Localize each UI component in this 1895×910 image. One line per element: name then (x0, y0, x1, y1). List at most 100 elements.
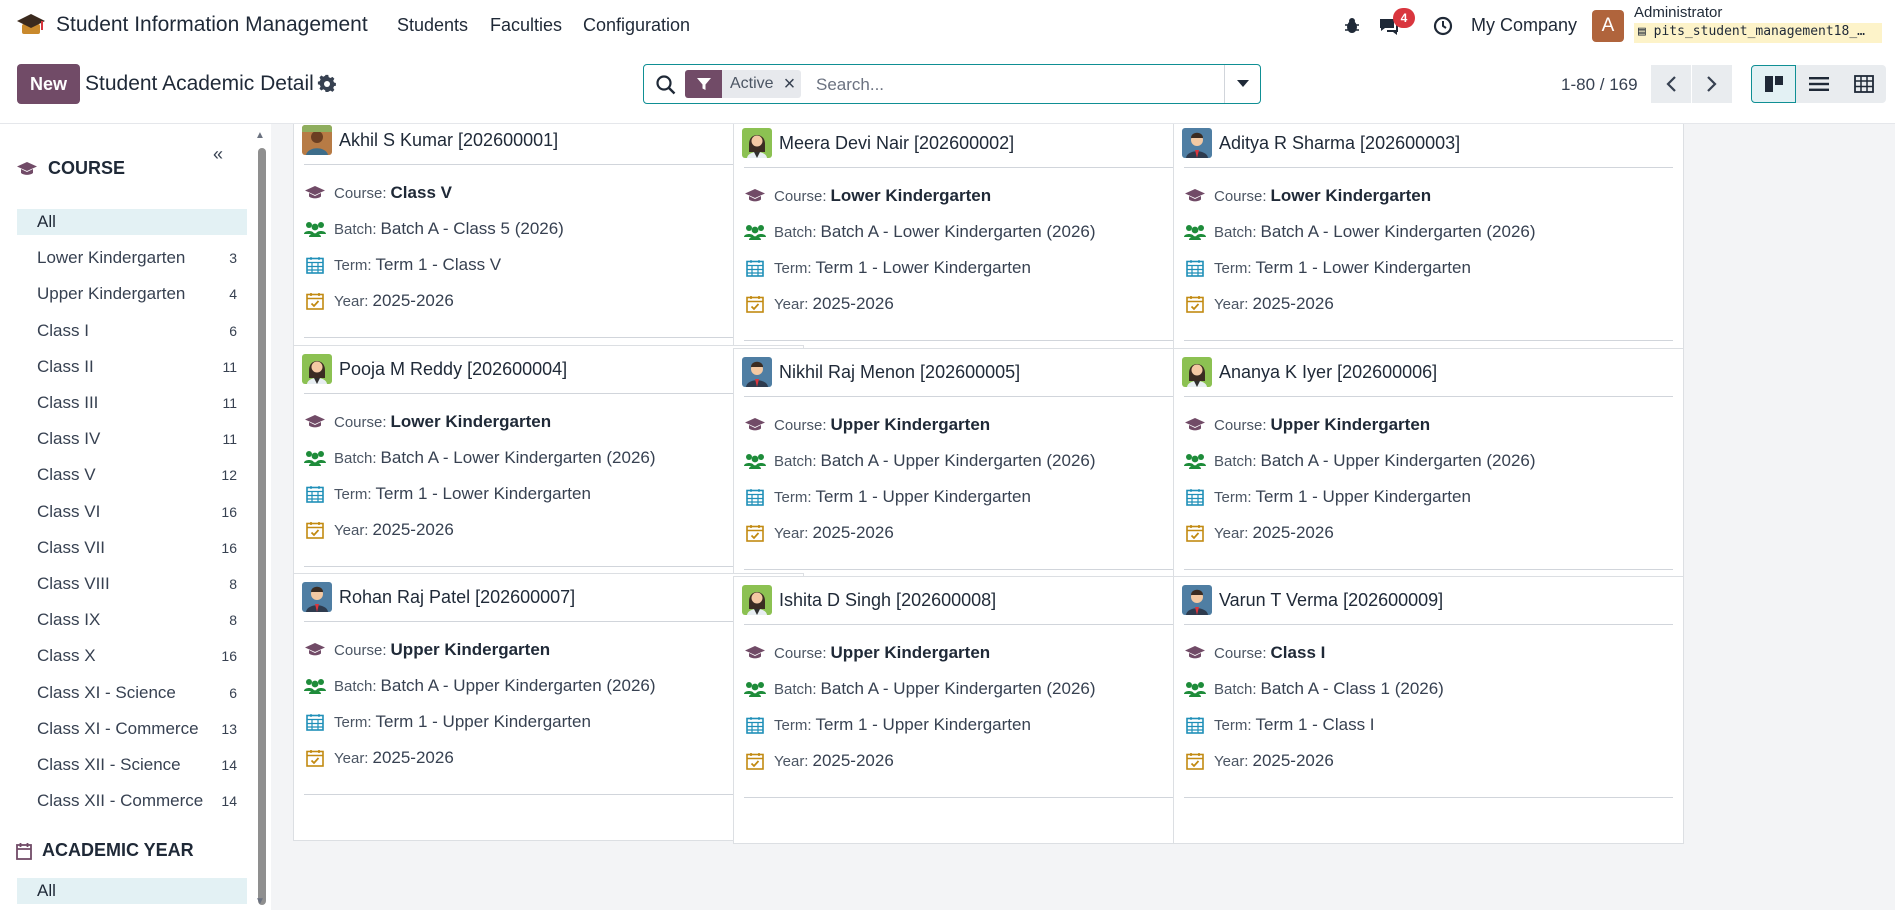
course-filter-item[interactable]: Class XI - Science 6 (17, 680, 247, 706)
card-batch-line: Batch: Batch A - Class 5 (2026) (304, 217, 564, 241)
active-filter-facet[interactable]: Active × (685, 70, 802, 98)
student-name[interactable]: Meera Devi Nair [202600002] (779, 133, 1014, 154)
course-filter-label: Class IX (37, 610, 101, 630)
pager-value[interactable]: 1-80 / 169 (1561, 75, 1638, 95)
student-name[interactable]: Akhil S Kumar [202600001] (339, 130, 558, 151)
user-name[interactable]: Administrator (1634, 4, 1722, 21)
course-filter-label: Upper Kindergarten (37, 284, 186, 304)
course-filter-item[interactable]: Upper Kindergarten 4 (17, 281, 247, 307)
gear-icon[interactable] (317, 74, 337, 94)
menu-faculties[interactable]: Faculties (490, 15, 562, 36)
pager-next-button[interactable] (1692, 65, 1732, 103)
menu-configuration[interactable]: Configuration (583, 15, 690, 36)
card-course-value: Lower Kindergarten (390, 412, 552, 431)
graduation-cap-logo[interactable] (16, 12, 46, 38)
student-name[interactable]: Nikhil Raj Menon [202600005] (779, 362, 1020, 383)
list-view-button[interactable] (1796, 65, 1841, 103)
card-year-line: Year: 2025-2026 (1184, 521, 1334, 545)
calendar-check-icon (1184, 294, 1206, 314)
facet-label: Active (730, 75, 774, 92)
card-header: Akhil S Kumar [202600001] (302, 125, 558, 155)
pivot-view-button[interactable] (1841, 65, 1886, 103)
menu-students[interactable]: Students (397, 15, 468, 36)
card-batch-line: Batch: Batch A - Lower Kindergarten (202… (1184, 220, 1536, 244)
card-course-label: Course: (774, 416, 827, 434)
course-filter-item[interactable]: Class III 11 (17, 390, 247, 416)
card-course-label: Course: (334, 641, 387, 659)
card-term-line: Term: Term 1 - Lower Kindergarten (744, 256, 1031, 280)
card-term-label: Term: (1214, 259, 1252, 277)
chevron-right-icon (1707, 76, 1717, 92)
card-divider (304, 566, 793, 567)
student-name[interactable]: Rohan Raj Patel [202600007] (339, 587, 575, 608)
card-batch-line: Batch: Batch A - Upper Kindergarten (202… (744, 449, 1096, 473)
pager-previous-button[interactable] (1651, 65, 1691, 103)
student-name[interactable]: Ishita D Singh [202600008] (779, 590, 996, 611)
card-course-label: Course: (1214, 187, 1267, 205)
collapse-panel-icon[interactable]: « (213, 144, 223, 165)
course-filter-item[interactable]: Class XII - Commerce 14 (17, 788, 247, 814)
course-filter-item[interactable]: Class IV 11 (17, 426, 247, 452)
close-icon[interactable]: × (784, 73, 796, 96)
card-term-line: Term: Term 1 - Upper Kindergarten (744, 485, 1031, 509)
student-name[interactable]: Aditya R Sharma [202600003] (1219, 133, 1460, 154)
calendar-grid-icon (304, 712, 326, 732)
course-filter-item[interactable]: Class XI - Commerce 13 (17, 716, 247, 742)
course-filter-item[interactable]: Class VII 16 (17, 535, 247, 561)
student-card[interactable]: Varun T Verma [202600009] Course: Class … (1173, 576, 1684, 844)
course-filter-item[interactable]: Lower Kindergarten 3 (17, 245, 247, 271)
student-card[interactable]: Ishita D Singh [202600008] Course: Upper… (733, 576, 1244, 844)
card-batch-label: Batch: (334, 220, 377, 238)
sidebar-scrollbar[interactable] (258, 148, 266, 905)
new-button[interactable]: New (17, 64, 80, 104)
calendar-grid-icon (744, 715, 766, 735)
student-name[interactable]: Varun T Verma [202600009] (1219, 590, 1443, 611)
scroll-down-arrow[interactable]: ▼ (255, 896, 265, 907)
users-icon (304, 448, 326, 468)
kanban-view-button[interactable] (1751, 65, 1796, 103)
app-title[interactable]: Student Information Management (56, 13, 368, 37)
search-input[interactable] (816, 73, 1196, 97)
course-filter-item[interactable]: Class V 12 (17, 462, 247, 488)
calendar-check-icon (304, 748, 326, 768)
search-icon[interactable] (655, 74, 677, 96)
card-batch-label: Batch: (774, 223, 817, 241)
search-panel: « COURSE All Lower Kindergarten 3 Upper Kin… (0, 124, 270, 910)
course-filter-item[interactable]: Class X 16 (17, 643, 247, 669)
card-term-line: Term: Term 1 - Upper Kindergarten (304, 710, 591, 734)
course-filter-item[interactable]: Class VI 16 (17, 499, 247, 525)
card-term-label: Term: (774, 716, 812, 734)
chevron-left-icon (1666, 76, 1676, 92)
course-filter-item[interactable]: Class VIII 8 (17, 571, 247, 597)
list-icon (1808, 77, 1829, 91)
graduation-cap-icon (17, 161, 37, 175)
search-options-toggle[interactable] (1224, 65, 1260, 103)
card-year-value: 2025-2026 (1252, 294, 1334, 313)
course-filter-item[interactable]: Class IX 8 (17, 607, 247, 633)
course-filter-label: Class IV (37, 429, 101, 449)
course-filter-item[interactable]: Class II 11 (17, 354, 247, 380)
course-filter-item[interactable]: All (17, 209, 247, 235)
year-filter-all[interactable]: All (17, 878, 247, 904)
search-bar[interactable]: Active × (643, 64, 1261, 104)
student-name[interactable]: Pooja M Reddy [202600004] (339, 359, 567, 380)
card-batch-value: Batch A - Class 1 (2026) (1260, 679, 1444, 698)
clock-icon[interactable] (1431, 14, 1455, 38)
card-course-line: Course: Lower Kindergarten (1184, 184, 1431, 208)
card-course-label: Course: (1214, 416, 1267, 434)
card-year-label: Year: (334, 749, 369, 767)
course-filter-item[interactable]: Class XII - Science 14 (17, 752, 247, 778)
course-filter-label: All (37, 212, 56, 231)
scroll-up-arrow[interactable]: ▲ (255, 130, 265, 141)
student-card[interactable]: Rohan Raj Patel [202600007] Course: Uppe… (293, 573, 804, 841)
company-switcher[interactable]: My Company (1471, 15, 1577, 36)
user-avatar[interactable]: A (1592, 10, 1624, 42)
bug-icon[interactable] (1340, 14, 1364, 38)
course-filter-item[interactable]: Class I 6 (17, 318, 247, 344)
graduation-cap-icon (744, 643, 766, 663)
card-divider (1184, 167, 1673, 168)
course-filter-label: Class II (37, 356, 94, 376)
student-name[interactable]: Ananya K Iyer [202600006] (1219, 362, 1437, 383)
graduation-cap-icon (744, 415, 766, 435)
card-term-line: Term: Term 1 - Upper Kindergarten (1184, 485, 1471, 509)
